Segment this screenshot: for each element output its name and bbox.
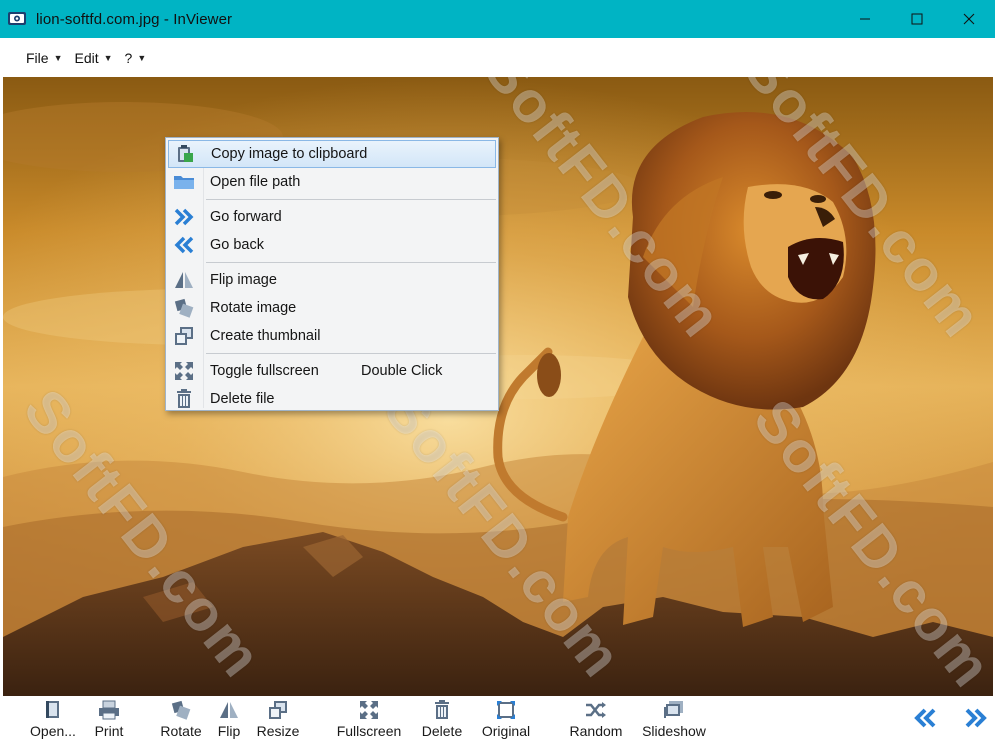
menu-separator bbox=[206, 262, 496, 263]
trash-icon bbox=[168, 387, 200, 411]
menu-item-label: Toggle fullscreen bbox=[210, 363, 319, 379]
open-label: Open... bbox=[30, 723, 76, 739]
app-icon bbox=[6, 8, 28, 30]
flip-icon bbox=[218, 699, 240, 721]
original-label: Original bbox=[481, 723, 531, 739]
menu-item-label: Flip image bbox=[210, 272, 277, 288]
minimize-button[interactable] bbox=[839, 0, 891, 38]
original-size-icon bbox=[495, 699, 517, 721]
menu-item-label: Create thumbnail bbox=[210, 328, 321, 344]
close-button[interactable] bbox=[943, 0, 995, 38]
original-button[interactable]: Original bbox=[475, 699, 537, 743]
print-button[interactable]: Print bbox=[89, 699, 129, 743]
thumbnail-icon bbox=[168, 324, 200, 348]
double-chevron-right-icon bbox=[168, 205, 200, 229]
flip-icon bbox=[168, 268, 200, 292]
flip-label: Flip bbox=[217, 723, 241, 739]
menu-item-label: Open file path bbox=[210, 174, 301, 190]
rotate-label: Rotate bbox=[160, 723, 202, 739]
bottom-toolbar: Open... Print Rotate Flip Resize Fullscr… bbox=[0, 696, 995, 745]
rotate-icon bbox=[168, 296, 200, 320]
menu-item-label: Go forward bbox=[210, 209, 282, 225]
trash-icon bbox=[431, 699, 453, 721]
random-label: Random bbox=[569, 723, 623, 739]
slideshow-button[interactable]: Slideshow bbox=[636, 699, 712, 743]
folder-icon bbox=[168, 170, 200, 194]
caret-down-icon: ▼ bbox=[137, 52, 147, 63]
double-chevron-left-icon bbox=[168, 233, 200, 257]
resize-label: Resize bbox=[256, 723, 300, 739]
menu-item-go-back[interactable]: Go back bbox=[168, 231, 496, 259]
slideshow-label: Slideshow bbox=[642, 723, 706, 739]
next-image-button[interactable] bbox=[961, 706, 991, 732]
rotate-button[interactable]: Rotate bbox=[155, 699, 207, 743]
menu-item-label: Go back bbox=[210, 237, 264, 253]
delete-button[interactable]: Delete bbox=[416, 699, 468, 743]
menu-help[interactable]: ? ▼ bbox=[125, 50, 147, 66]
open-book-icon bbox=[42, 699, 64, 721]
fullscreen-icon bbox=[168, 359, 200, 383]
caret-down-icon: ▼ bbox=[103, 52, 113, 63]
context-menu: Copy image to clipboard Open file path G… bbox=[165, 137, 499, 411]
menu-item-toggle-fullscreen[interactable]: Toggle fullscreen Double Click bbox=[168, 357, 496, 385]
menu-separator bbox=[206, 199, 496, 200]
printer-icon bbox=[98, 699, 120, 721]
delete-label: Delete bbox=[421, 723, 463, 739]
title-bar: lion-softfd.com.jpg - InViewer bbox=[0, 0, 995, 38]
menu-edit[interactable]: Edit ▼ bbox=[74, 50, 112, 66]
double-chevron-right-icon bbox=[964, 708, 988, 731]
open-button[interactable]: Open... bbox=[24, 699, 82, 743]
menu-file[interactable]: File ▼ bbox=[26, 50, 62, 66]
menu-item-label: Delete file bbox=[210, 391, 275, 407]
menu-item-copy-image[interactable]: Copy image to clipboard bbox=[168, 140, 496, 168]
menu-item-label: Copy image to clipboard bbox=[211, 146, 368, 162]
menu-item-open-file-path[interactable]: Open file path bbox=[168, 168, 496, 196]
menu-item-go-forward[interactable]: Go forward bbox=[168, 203, 496, 231]
menu-separator bbox=[206, 353, 496, 354]
window-title: lion-softfd.com.jpg - InViewer bbox=[36, 10, 233, 28]
menu-bar: File ▼ Edit ▼ ? ▼ bbox=[0, 38, 995, 77]
slideshow-icon bbox=[663, 699, 685, 721]
random-button[interactable]: Random bbox=[564, 699, 628, 743]
fullscreen-button[interactable]: Fullscreen bbox=[330, 699, 408, 743]
menu-help-label: ? bbox=[124, 49, 133, 66]
maximize-button[interactable] bbox=[891, 0, 943, 38]
menu-item-flip-image[interactable]: Flip image bbox=[168, 266, 496, 294]
menu-item-rotate-image[interactable]: Rotate image bbox=[168, 294, 496, 322]
menu-item-shortcut: Double Click bbox=[361, 363, 443, 379]
shuffle-icon bbox=[585, 699, 607, 721]
clipboard-icon bbox=[169, 142, 201, 166]
resize-button[interactable]: Resize bbox=[252, 699, 304, 743]
fullscreen-label: Fullscreen bbox=[336, 723, 402, 739]
resize-icon bbox=[267, 699, 289, 721]
print-label: Print bbox=[94, 723, 124, 739]
menu-edit-label: Edit bbox=[74, 49, 99, 66]
menu-item-label: Rotate image bbox=[210, 300, 297, 316]
previous-image-button[interactable] bbox=[910, 706, 940, 732]
flip-button[interactable]: Flip bbox=[212, 699, 246, 743]
menu-item-create-thumbnail[interactable]: Create thumbnail bbox=[168, 322, 496, 350]
caret-down-icon: ▼ bbox=[53, 52, 63, 63]
fullscreen-icon bbox=[358, 699, 380, 721]
menu-item-delete-file[interactable]: Delete file bbox=[168, 385, 496, 413]
rotate-icon bbox=[170, 699, 192, 721]
menu-file-label: File bbox=[26, 49, 49, 66]
double-chevron-left-icon bbox=[913, 708, 937, 731]
